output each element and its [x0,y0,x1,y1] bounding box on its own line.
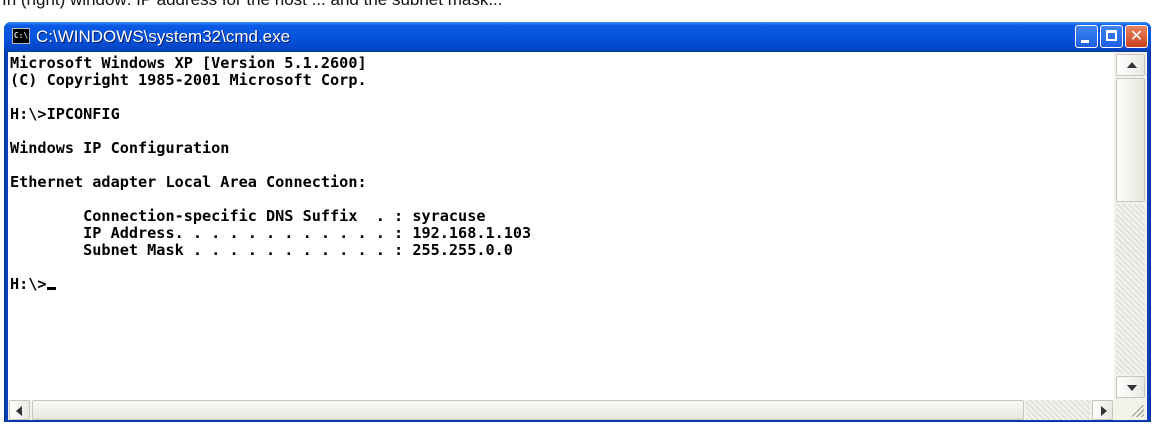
scroll-left-button[interactable] [9,400,30,420]
banner-line-2: (C) Copyright 1985-2001 Microsoft Corp. [10,71,367,89]
close-icon: ✕ [1129,26,1144,45]
cmd-console-icon[interactable]: C:\ [12,28,30,44]
console-text: Microsoft Windows XP [Version 5.1.2600] … [8,52,1114,293]
banner-line-1: Microsoft Windows XP [Version 5.1.2600] [10,54,367,72]
console-output-area[interactable]: Microsoft Windows XP [Version 5.1.2600] … [8,52,1114,400]
vertical-scroll-thumb[interactable] [1116,78,1145,202]
resize-grip[interactable] [1114,400,1147,420]
vertical-scroll-track[interactable] [1116,204,1145,374]
minimize-icon [1081,40,1089,43]
subnet-mask-label: Subnet Mask . . . . . . . . . . . : [10,241,413,259]
scroll-down-button[interactable] [1116,376,1145,398]
dns-suffix-value: syracuse [412,207,486,225]
ip-address-value: 192.168.1.103 [412,224,532,242]
scroll-right-button[interactable] [1092,400,1113,420]
arrow-left-icon [16,406,22,416]
section-header: Windows IP Configuration [10,139,230,157]
command-line: H:\>IPCONFIG [10,105,120,123]
adapter-header: Ethernet adapter Local Area Connection: [10,173,367,191]
arrow-right-icon [1101,406,1107,416]
title-bar[interactable]: C:\ C:\WINDOWS\system32\cmd.exe ✕ [4,22,1151,52]
horizontal-scrollbar[interactable] [8,400,1114,420]
cmd-window: C:\ C:\WINDOWS\system32\cmd.exe ✕ Micros… [4,22,1151,422]
arrow-down-icon [1127,385,1137,391]
caption-text: In (right) window: IP address for the ho… [2,0,503,10]
horizontal-scroll-thumb[interactable] [32,400,1024,420]
text-cursor [46,287,56,290]
scroll-up-button[interactable] [1116,54,1145,76]
subnet-mask-value: 255.255.0.0 [412,241,513,259]
resize-grip-icon [1132,405,1144,417]
ip-address-label: IP Address. . . . . . . . . . . . : [10,224,413,242]
maximize-icon [1106,30,1117,41]
horizontal-scroll-track[interactable] [1026,400,1090,420]
dns-suffix-label: Connection-specific DNS Suffix . : [10,207,413,225]
vertical-scrollbar[interactable] [1114,52,1147,400]
maximize-button[interactable] [1100,25,1123,48]
close-button[interactable]: ✕ [1125,25,1148,48]
minimize-button[interactable] [1075,25,1098,48]
prompt-line: H:\> [10,275,47,293]
window-title: C:\WINDOWS\system32\cmd.exe [36,27,291,46]
cropped-caption-text: In (right) window: IP address for the ho… [0,0,1155,18]
arrow-up-icon [1127,62,1137,68]
